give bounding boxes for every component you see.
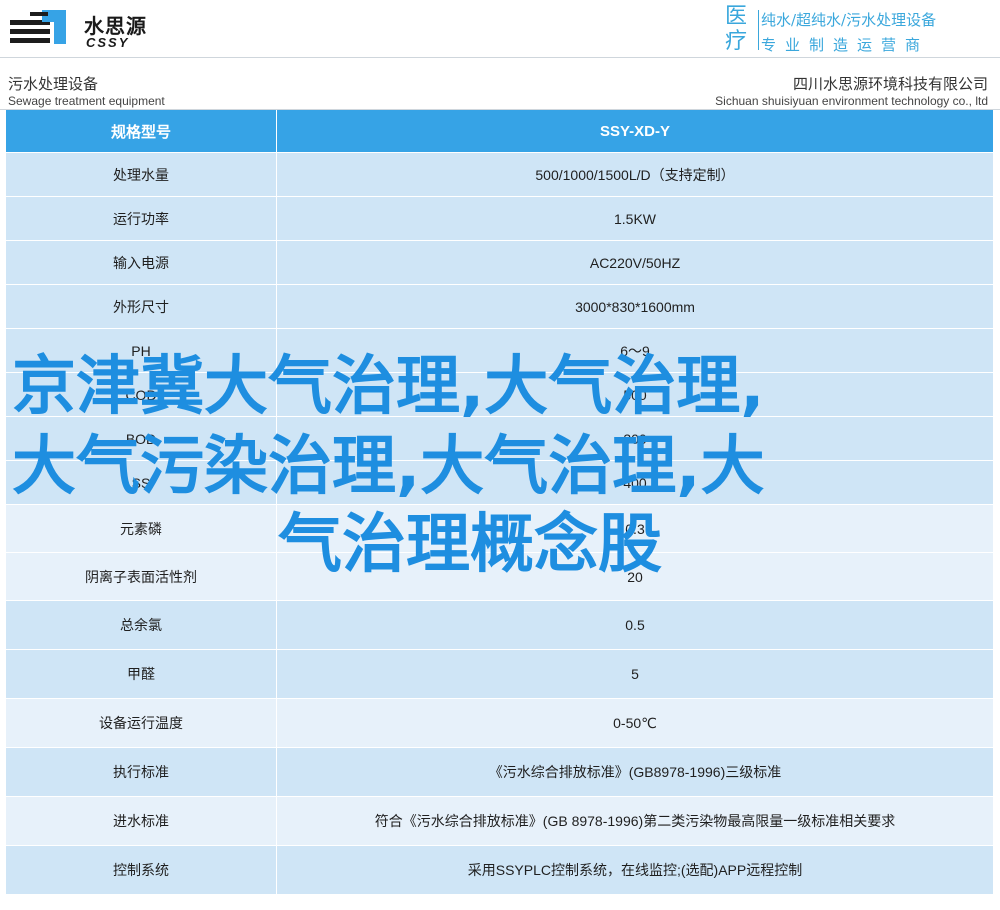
spec-value: 500 [623,386,647,403]
table-row: 处理水量 500/1000/1500L/D（支持定制） [6,153,993,197]
spec-value: 6～9 [620,342,650,359]
water-drop-logo-icon [10,10,66,44]
header-divider [0,57,1000,58]
table-row: 总余氯 0.5 [6,601,993,650]
spec-value: 400 [623,474,647,491]
spec-label: 外形尺寸 [6,285,277,328]
spec-value: 3000*830*1600mm [575,298,695,315]
category-title-en: Sewage treatment equipment [8,94,165,108]
header-tagline-block: 医疗 纯水/超纯水/污水处理设备 专业制造运营商 [725,4,997,54]
spec-label: 阴离子表面活性剂 [6,553,277,600]
spec-table: 规格型号 SSY-XD-Y 处理水量 500/1000/1500L/D（支持定制… [6,110,993,895]
spec-value: SSY-XD-Y [599,122,671,140]
table-row: 元素磷 0.3 [6,505,993,553]
medical-label: 医疗 [725,4,748,54]
spec-label: 运行功率 [6,197,277,240]
table-row: PH 6～9 [6,329,993,373]
spec-value: 采用SSYPLC控制系统，在线监控;(选配)APP远程控制 [467,862,803,878]
spec-label: 规格型号 [6,110,277,152]
spec-value: 300 [623,430,647,447]
table-row: BOD 300 [6,417,993,461]
spec-label: PH [6,329,277,372]
divider [758,10,759,50]
spec-value: 《污水综合排放标准》(GB8978-1996)三级标准 [488,764,782,780]
spec-label: 输入电源 [6,241,277,284]
spec-label: 总余氯 [6,601,277,649]
top-header: 水思源 CSSY 医疗 纯水/超纯水/污水处理设备 专业制造运营商 [0,0,1000,58]
spec-label: 甲醛 [6,650,277,698]
table-row: 阴离子表面活性剂 20 [6,553,993,601]
table-row: 设备运行温度 0-50℃ [6,699,993,748]
slogan: 专业制造运营商 [761,36,930,54]
logo-name-en: CSSY [86,35,130,50]
spec-value: 0.5 [625,617,645,633]
spec-label: 进水标准 [6,797,277,845]
company-logo[interactable]: 水思源 CSSY [8,4,148,54]
company-name-en: Sichuan shuisiyuan environment technolog… [715,94,988,108]
spec-value: AC220V/50HZ [589,254,681,271]
spec-value: 0-50℃ [613,714,657,731]
table-row: 控制系统 采用SSYPLC控制系统，在线监控;(选配)APP远程控制 [6,846,993,895]
spec-label: 元素磷 [6,505,277,552]
spec-value: 符合《污水综合排放标准》(GB 8978-1996)第二类污染物最高限量一级标准… [374,813,896,829]
table-row: SS 400 [6,461,993,505]
spec-label: 控制系统 [6,846,277,894]
table-row: 执行标准 《污水综合排放标准》(GB8978-1996)三级标准 [6,748,993,797]
spec-label: BOD [6,417,277,460]
spec-value: 0.3 [625,520,645,537]
spec-label: COD [6,373,277,416]
spec-value: 1.5KW [613,210,656,227]
table-row: 甲醛 5 [6,650,993,699]
tagline: 纯水/超纯水/污水处理设备 [761,11,937,29]
spec-label: 处理水量 [6,153,277,196]
category-title-cn: 污水处理设备 [8,76,99,93]
table-row: 运行功率 1.5KW [6,197,993,241]
table-header-row: 规格型号 SSY-XD-Y [6,110,993,153]
table-row: 输入电源 AC220V/50HZ [6,241,993,285]
spec-label: 执行标准 [6,748,277,796]
table-row: COD 500 [6,373,993,417]
spec-label: 设备运行温度 [6,699,277,747]
spec-label: SS [6,461,277,504]
spec-value: 20 [627,568,643,585]
spec-value: 500/1000/1500L/D（支持定制） [535,166,735,183]
table-row: 外形尺寸 3000*830*1600mm [6,285,993,329]
spec-value: 5 [631,666,639,682]
table-row: 进水标准 符合《污水综合排放标准》(GB 8978-1996)第二类污染物最高限… [6,797,993,846]
company-name-cn: 四川水思源环境科技有限公司 [792,76,988,93]
